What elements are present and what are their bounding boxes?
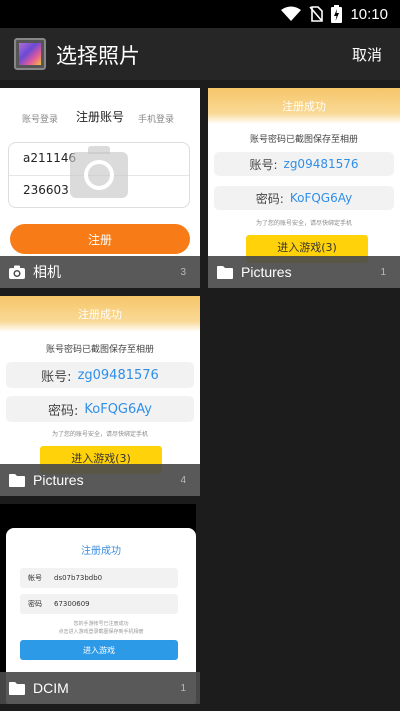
folder-icon <box>217 266 233 279</box>
tab-account-login: 账号登录 <box>22 115 59 125</box>
album-tile-pictures-1[interactable]: 注册成功 账号密码已截图保存至相册 账号: zg09481576 密码: KoF… <box>208 88 400 288</box>
battery-charging-icon <box>331 5 343 23</box>
album-caption: Pictures 1 <box>208 256 400 288</box>
tab-register: 注册账号 <box>76 110 125 124</box>
tip-line-2: 点击进入游戏登录截图保存到手机相册 <box>58 629 144 635</box>
account-row: 帐号 ds07b73bdb0 <box>20 568 178 588</box>
gallery-app-icon <box>14 38 46 70</box>
status-bar: 10:10 <box>0 0 400 28</box>
album-caption: Pictures 4 <box>0 464 200 496</box>
password-row: 密码: KoFQG6Ay <box>214 186 394 210</box>
album-caption: DCIM 1 <box>0 672 200 704</box>
password-value: 236603 <box>23 183 69 197</box>
clock: 10:10 <box>350 5 388 23</box>
album-count: 1 <box>380 266 386 278</box>
wifi-icon <box>281 6 302 21</box>
register-submit: 注册 <box>10 224 190 254</box>
cancel-button[interactable]: 取消 <box>352 44 382 65</box>
no-sim-icon <box>309 6 324 22</box>
bind-phone-tip: 为了您的账号安全，请尽快绑定手机 <box>51 431 148 438</box>
album-caption: 相机 3 <box>0 256 200 288</box>
folder-icon <box>9 474 25 487</box>
album-tile-pictures-4[interactable]: 注册成功 账号密码已截图保存至相册 账号: zg09481576 密码: KoF… <box>0 296 200 496</box>
album-tile-camera[interactable]: 账号登录 注册账号 手机登录 a211146 236603 注册 相机 3 <box>0 88 200 288</box>
account-value: a211146 <box>23 151 77 165</box>
photo-picker-screen: 10:10 选择照片 取消 账号登录 注册账号 手机登录 a211146 236… <box>0 0 400 711</box>
album-name: DCIM <box>33 680 69 696</box>
tip-line-1: 您的手游帐号已注册成功 <box>73 621 129 627</box>
page-title: 选择照片 <box>56 44 140 68</box>
album-count: 1 <box>180 682 186 694</box>
bind-phone-tip: 为了您的账号安全，请尽快绑定手机 <box>255 220 352 227</box>
album-name: Pictures <box>33 472 84 488</box>
password-row: 密码: KoFQG6Ay <box>6 396 194 422</box>
enter-game-button: 进入游戏 <box>20 640 178 660</box>
camera-overlay-icon <box>70 146 128 198</box>
album-tile-dcim[interactable]: 注册成功 帐号 ds07b73bdb0 密码 67300609 您的手游帐号已注… <box>0 504 200 704</box>
folder-icon <box>9 682 25 695</box>
saved-notice: 账号密码已截图保存至相册 <box>45 345 154 355</box>
album-count: 3 <box>180 266 186 278</box>
success-header: 注册成功 <box>0 296 200 332</box>
camera-icon <box>9 265 25 279</box>
album-count: 4 <box>180 474 186 486</box>
success-header: 注册成功 <box>208 88 400 124</box>
app-bar: 选择照片 取消 <box>0 28 400 80</box>
album-name: Pictures <box>241 264 292 280</box>
password-row: 密码 67300609 <box>20 594 178 614</box>
account-row: 账号: zg09481576 <box>6 362 194 388</box>
account-row: 账号: zg09481576 <box>214 152 394 176</box>
success-title: 注册成功 <box>81 546 121 557</box>
saved-notice: 账号密码已截图保存至相册 <box>249 135 358 145</box>
tab-phone-login: 手机登录 <box>138 115 175 125</box>
album-name: 相机 <box>33 264 61 280</box>
